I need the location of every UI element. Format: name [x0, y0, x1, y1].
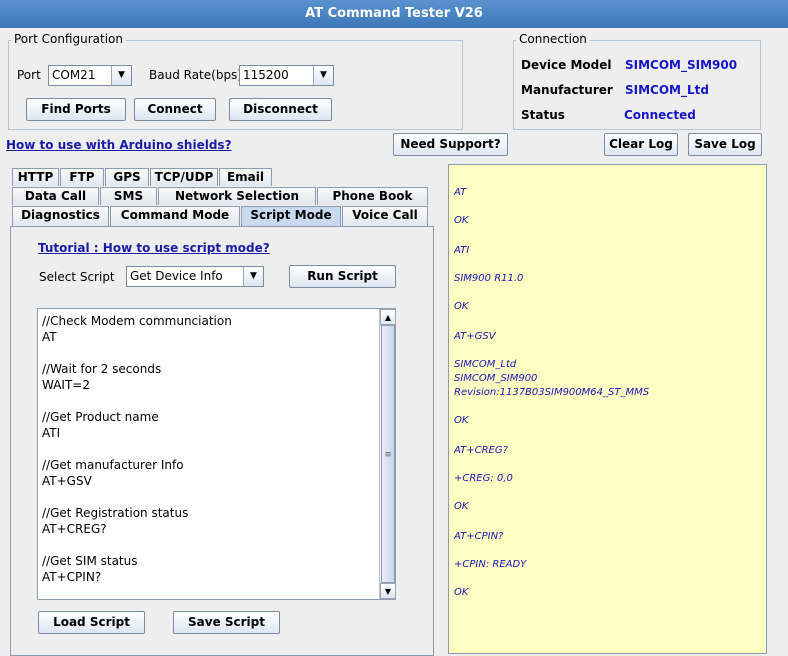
log-line: +CPIN: READY — [454, 559, 527, 570]
chevron-down-icon[interactable]: ▼ — [111, 66, 131, 85]
log-line: OK — [454, 215, 469, 226]
tab-http[interactable]: HTTP — [12, 168, 59, 186]
scroll-thumb[interactable]: ≡ — [381, 325, 395, 583]
tab-email[interactable]: Email — [219, 168, 272, 186]
device-model-value: SIMCOM_SIM900 — [625, 58, 738, 72]
baud-select[interactable]: 115200 ▼ — [239, 65, 334, 86]
tab-tcp-udp[interactable]: TCP/UDP — [150, 168, 218, 186]
arrow-up-icon[interactable]: ▲ — [380, 309, 396, 325]
script-editor[interactable]: //Check Modem communciation AT //Wait fo… — [37, 308, 396, 600]
save-script-button[interactable]: Save Script — [173, 611, 280, 634]
manufacturer-label: Manufacturer — [521, 83, 613, 97]
disconnect-button[interactable]: Disconnect — [229, 98, 332, 121]
script-select-value: Get Device Info — [130, 269, 223, 283]
load-script-button[interactable]: Load Script — [38, 611, 145, 634]
status-label: Status — [521, 108, 565, 122]
port-config-title: Port Configuration — [11, 32, 126, 46]
script-select[interactable]: Get Device Info ▼ — [126, 266, 264, 287]
log-line: AT+CREG? — [454, 445, 508, 456]
baud-label: Baud Rate(bps) — [149, 68, 242, 82]
baud-select-value: 115200 — [243, 68, 289, 82]
port-select-value: COM21 — [52, 68, 96, 82]
arduino-help-link[interactable]: How to use with Arduino shields? — [6, 138, 232, 152]
device-model-label: Device Model — [521, 58, 612, 72]
connect-button[interactable]: Connect — [134, 98, 216, 121]
tab-command-mode[interactable]: Command Mode — [110, 206, 240, 226]
log-line: SIM900 R11.0 — [454, 273, 524, 284]
need-support-button[interactable]: Need Support? — [393, 133, 508, 156]
window-title: AT Command Tester V26 — [0, 0, 788, 28]
status-value: Connected — [624, 108, 696, 122]
log-line: OK — [454, 301, 469, 312]
manufacturer-value: SIMCOM_Ltd — [625, 83, 709, 97]
log-line: Revision:1137B03SIM900M64_ST_MMS — [454, 387, 650, 398]
script-text[interactable]: //Check Modem communciation AT //Wait fo… — [42, 313, 232, 585]
log-line: SIMCOM_Ltd — [454, 359, 517, 370]
log-line: AT — [454, 187, 467, 198]
tab-script-mode[interactable]: Script Mode — [241, 206, 341, 227]
save-log-button[interactable]: Save Log — [688, 133, 762, 156]
tab-gps[interactable]: GPS — [105, 168, 149, 186]
tab-data-call[interactable]: Data Call — [12, 187, 99, 205]
clear-log-button[interactable]: Clear Log — [604, 133, 678, 156]
port-label: Port — [17, 68, 41, 82]
log-line: ATI — [454, 245, 470, 256]
connection-title: Connection — [516, 32, 590, 46]
log-line: OK — [454, 415, 469, 426]
chevron-down-icon[interactable]: ▼ — [243, 267, 263, 286]
find-ports-button[interactable]: Find Ports — [26, 98, 126, 121]
tab-sms[interactable]: SMS — [100, 187, 157, 205]
tab-voice-call[interactable]: Voice Call — [342, 206, 428, 226]
log-line: OK — [454, 587, 469, 598]
tab-network-selection[interactable]: Network Selection — [158, 187, 316, 205]
script-scrollbar[interactable]: ▲ ≡ ▼ — [379, 309, 396, 599]
run-script-button[interactable]: Run Script — [289, 265, 396, 288]
log-line: SIMCOM_SIM900 — [454, 373, 538, 384]
chevron-down-icon[interactable]: ▼ — [313, 66, 333, 85]
tutorial-link[interactable]: Tutorial : How to use script mode? — [38, 241, 270, 255]
log-line: AT+GSV — [454, 331, 496, 342]
log-line: OK — [454, 501, 469, 512]
tab-phone-book[interactable]: Phone Book — [317, 187, 428, 205]
tab-diagnostics[interactable]: Diagnostics — [12, 206, 109, 226]
tab-ftp[interactable]: FTP — [60, 168, 104, 186]
log-line: +CREG: 0,0 — [454, 473, 513, 484]
select-script-label: Select Script — [39, 270, 115, 284]
arrow-down-icon[interactable]: ▼ — [380, 583, 396, 599]
log-panel[interactable]: AT OK ATI SIM900 R11.0 OK AT+GSV SIMCOM_… — [448, 164, 767, 654]
port-select[interactable]: COM21 ▼ — [48, 65, 132, 86]
log-line: AT+CPIN? — [454, 531, 504, 542]
